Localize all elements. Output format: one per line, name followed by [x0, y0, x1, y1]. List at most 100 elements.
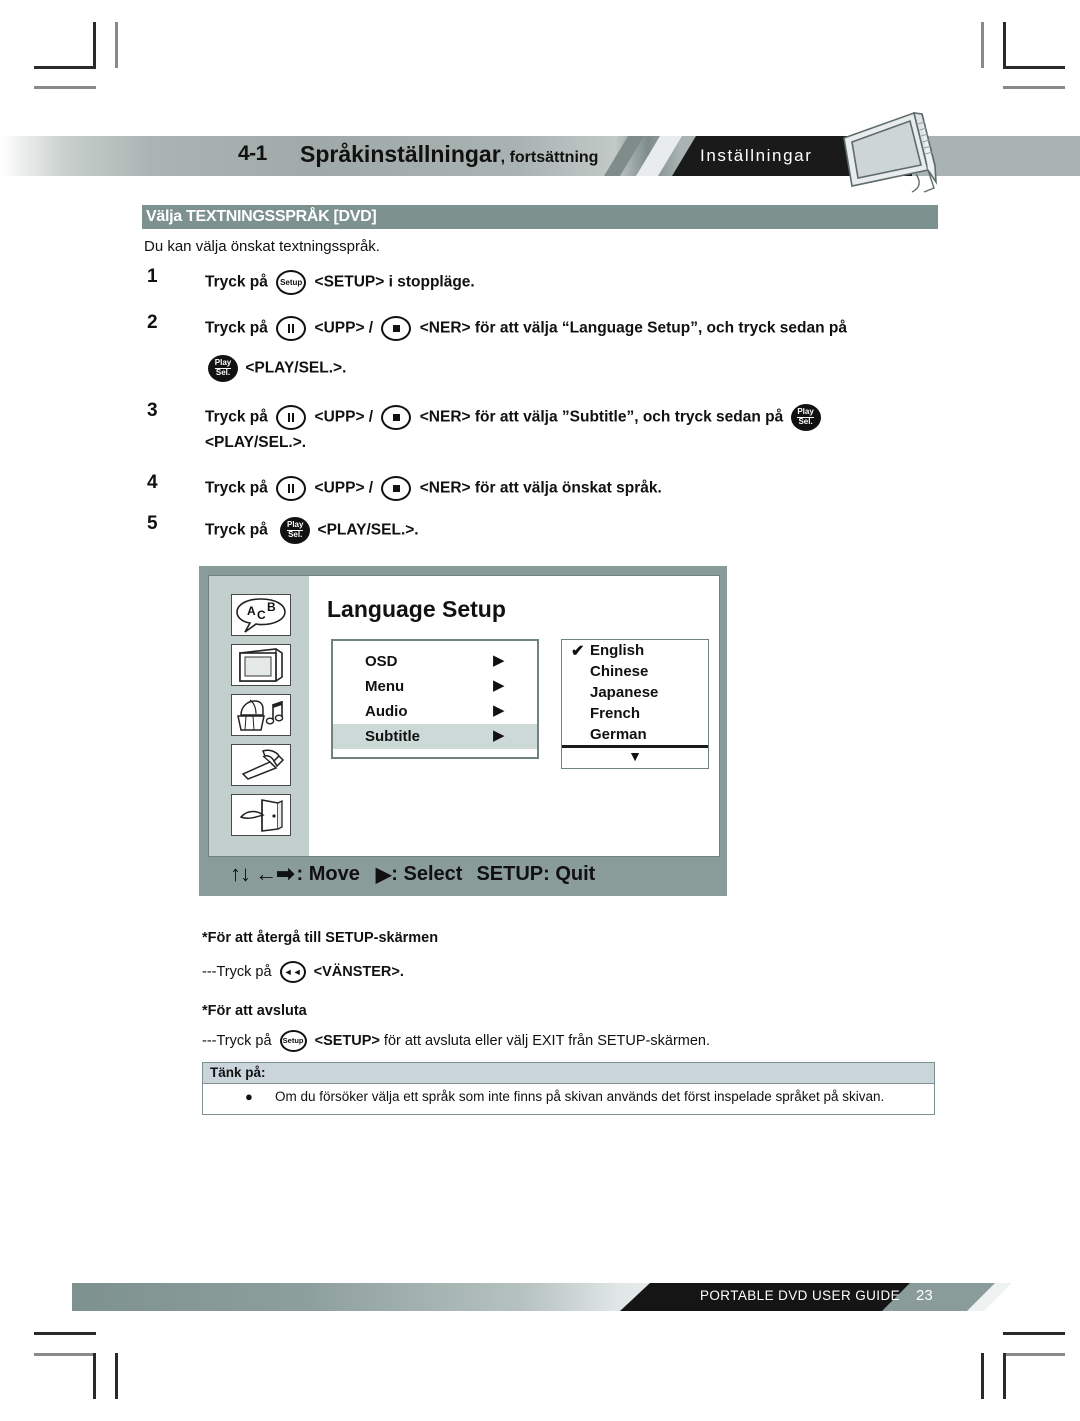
crop-mark-tl-corner-v: [93, 22, 96, 68]
svg-text:A: A: [247, 604, 256, 618]
page-number: 23: [916, 1287, 933, 1304]
crop-mark-tr-bar: [1003, 86, 1065, 89]
rewind-key-icon: ◄◄: [279, 961, 306, 983]
osd-inner-panel: A C B Language Setup OSD ▶ Menu ▶ Audio …: [208, 575, 720, 857]
svg-text:B: B: [267, 600, 276, 614]
down-stop-key-icon: [381, 316, 412, 341]
chevron-right-icon: ▶: [493, 727, 505, 744]
section-number: 4-1: [238, 142, 267, 165]
osd-menu-label: Audio: [365, 703, 408, 720]
step-1-prefix: Tryck på: [205, 273, 268, 291]
note-box-text: Om du försöker välja ett språk som inte …: [275, 1089, 885, 1104]
note-box-header: Tänk på:: [203, 1063, 934, 1084]
osd-language-german[interactable]: German: [590, 726, 647, 743]
up-pause-key-icon: [276, 405, 307, 430]
crop-mark-tr-corner-v: [1003, 22, 1006, 68]
crop-mark-tl-bar-v: [115, 22, 118, 68]
step-2-line2-label: <PLAY/SEL.>.: [245, 359, 347, 377]
step-3-suffix: <NER> för att välja ”Subtitle”, och tryc…: [419, 408, 784, 426]
note-box: Tänk på: ● Om du försöker välja ett språ…: [202, 1062, 935, 1115]
step-number-5: 5: [147, 513, 158, 534]
intro-text: Du kan välja önskat textningsspråk.: [144, 238, 380, 255]
step-4-suffix: <NER> för att välja önskat språk.: [419, 479, 662, 497]
osd-language-french[interactable]: French: [590, 705, 640, 722]
setup-key-icon: Setup: [279, 1030, 307, 1052]
osd-menu-panel: OSD ▶ Menu ▶ Audio ▶ Subtitle ▶: [331, 639, 539, 759]
osd-menu-label: OSD: [365, 653, 398, 670]
step-3-mid: <UPP> /: [314, 408, 374, 426]
crop-mark-bl-corner-h: [34, 1353, 96, 1356]
step-4-mid: <UPP> /: [314, 479, 374, 497]
page-title-main: Språkinställningar: [300, 141, 501, 167]
step-text-2: Tryck på <UPP> / <NER> för att välja “La…: [205, 316, 847, 341]
audio-speaker-music-icon[interactable]: [231, 694, 291, 736]
step-3-prefix: Tryck på: [205, 408, 268, 426]
step-3-line2-label: <PLAY/SEL.>.: [205, 434, 307, 451]
note-exit-line: ---Tryck på Setup <SETUP> för att avslut…: [202, 1030, 710, 1052]
note-exit-title: *För att avsluta: [202, 1003, 307, 1019]
step-2-mid: <UPP> /: [314, 319, 374, 337]
language-speech-bubble-icon[interactable]: A C B: [231, 594, 291, 636]
footer-guide-label: PORTABLE DVD USER GUIDE: [700, 1288, 900, 1303]
up-pause-key-icon: [276, 316, 307, 341]
note-exit-prefix: ---Tryck på: [202, 1032, 272, 1049]
crop-mark-br-bar: [1003, 1332, 1065, 1335]
osd-menu-item-subtitle[interactable]: Subtitle ▶: [333, 724, 537, 749]
crop-mark-tl-corner-h: [34, 66, 96, 69]
step-number-2: 2: [147, 312, 158, 333]
osd-footer-move: : Move: [296, 862, 360, 885]
crop-mark-br-corner-h: [1003, 1353, 1065, 1356]
osd-language-chinese[interactable]: Chinese: [590, 663, 648, 680]
osd-title: Language Setup: [327, 596, 506, 622]
crop-mark-tr-bar-v: [981, 22, 984, 68]
play-arrow-icon: ▶: [375, 863, 392, 886]
crop-mark-bl-bar-v: [115, 1353, 118, 1399]
chevron-right-icon: ▶: [493, 652, 505, 669]
svg-text:C: C: [257, 608, 266, 622]
dvd-osd-screenshot: A C B Language Setup OSD ▶ Menu ▶ Audio …: [199, 566, 727, 896]
osd-menu-item-menu[interactable]: Menu ▶: [333, 674, 537, 699]
step-1-suffix: <SETUP> i stoppläge.: [314, 273, 475, 291]
tv-display-icon[interactable]: [231, 644, 291, 686]
osd-language-english[interactable]: English: [590, 642, 644, 659]
page-title: Språkinställningar, fortsättning: [300, 141, 598, 168]
hammer-preferences-icon[interactable]: [231, 744, 291, 786]
crop-mark-bl-bar: [34, 1332, 96, 1335]
osd-menu-item-osd[interactable]: OSD ▶: [333, 649, 537, 674]
note-exit-label: <SETUP>: [314, 1032, 380, 1049]
down-stop-key-icon: [381, 405, 412, 430]
osd-menu-label: Menu: [365, 678, 405, 695]
crop-mark-bl-corner-v: [93, 1353, 96, 1399]
note-box-heading: Tänk på:: [210, 1065, 266, 1080]
osd-language-japanese[interactable]: Japanese: [590, 684, 658, 701]
note-back-label: <VÄNSTER>.: [313, 963, 404, 980]
note-back-title: *För att återgå till SETUP-skärmen: [202, 930, 439, 946]
exit-door-icon[interactable]: [231, 794, 291, 836]
scroll-down-arrow-icon[interactable]: ▼: [562, 748, 708, 764]
osd-footer-select: : Select: [391, 862, 463, 885]
up-pause-key-icon: [276, 476, 307, 501]
setup-key-icon: Setup: [276, 270, 307, 295]
play-sel-key-icon: Play Sel.: [208, 355, 238, 382]
crop-mark-tl-bar: [34, 86, 96, 89]
step-5-prefix: Tryck på: [205, 521, 268, 539]
step-4-prefix: Tryck på: [205, 479, 268, 497]
step-text-5: Tryck på Play Sel. <PLAY/SEL.>.: [205, 517, 419, 544]
osd-menu-item-audio[interactable]: Audio ▶: [333, 699, 537, 724]
step-text-1: Tryck på Setup <SETUP> i stoppläge.: [205, 270, 475, 295]
step-text-3: Tryck på <UPP> / <NER> för att välja ”Su…: [205, 404, 824, 431]
page-title-suffix: , fortsättning: [500, 149, 599, 166]
step-number-1: 1: [147, 266, 158, 287]
step-text-3-line2: <PLAY/SEL.>.: [205, 434, 306, 452]
osd-menu-label: Subtitle: [365, 728, 420, 745]
crop-mark-tr-corner-h: [1003, 66, 1065, 69]
bullet-icon: ●: [245, 1089, 253, 1104]
crop-mark-br-corner-v: [1003, 1353, 1006, 1399]
note-exit-rest: för att avsluta eller välj EXIT från SET…: [383, 1032, 711, 1049]
step-text-4: Tryck på <UPP> / <NER> för att välja öns…: [205, 476, 662, 501]
header-category-label: Inställningar: [700, 146, 813, 165]
play-sel-key-icon: Play Sel.: [790, 404, 821, 431]
osd-footer-quit: SETUP: Quit: [476, 862, 596, 885]
direction-arrows-icon: ↑↓ ←➡: [230, 861, 295, 886]
note-back-prefix: ---Tryck på: [202, 963, 272, 980]
